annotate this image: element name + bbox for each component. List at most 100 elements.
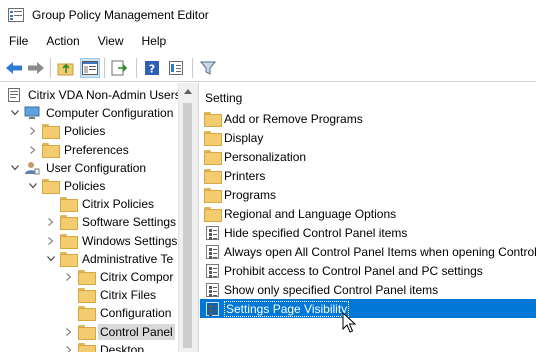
list-item-label: Programs xyxy=(224,187,277,202)
menu-help[interactable]: Help xyxy=(133,31,176,51)
list-item-folder[interactable]: Regional and Language Options xyxy=(200,204,536,223)
menu-action[interactable]: Action xyxy=(37,31,88,51)
folder-icon xyxy=(78,270,96,285)
list-item-setting[interactable]: Settings Page Visibility xyxy=(200,299,536,318)
list-item-folder[interactable]: Programs xyxy=(200,185,536,204)
list-item-folder[interactable]: Add or Remove Programs xyxy=(200,109,536,128)
policy-doc-icon xyxy=(6,88,22,102)
mouse-cursor-icon xyxy=(342,312,356,333)
show-hide-tree-icon[interactable] xyxy=(80,58,100,78)
tree-item-citrix-policies[interactable]: Citrix Policies xyxy=(46,195,156,213)
group-policy-app-icon xyxy=(8,8,24,22)
scrollbar-thumb[interactable] xyxy=(183,103,192,348)
folder-icon xyxy=(204,150,222,165)
chevron-right-icon[interactable] xyxy=(28,122,38,140)
folder-icon xyxy=(204,169,222,184)
forward-icon[interactable] xyxy=(26,58,46,78)
list-item-setting[interactable]: Show only specified Control Panel items xyxy=(200,280,536,299)
tree-item-label: Citrix Policies xyxy=(82,197,155,212)
tree-item-windows-settings[interactable]: Windows Settings xyxy=(46,232,178,250)
chevron-down-icon[interactable] xyxy=(10,104,20,122)
chevron-right-icon[interactable] xyxy=(46,213,56,231)
export-list-icon[interactable] xyxy=(110,58,130,78)
tree-item-computer-configuration[interactable]: Computer Configuration xyxy=(10,104,175,122)
folder-icon xyxy=(78,324,96,340)
folder-icon xyxy=(60,233,78,249)
window-title: Group Policy Management Editor xyxy=(32,8,209,22)
tree-item-policies[interactable]: Policies xyxy=(28,177,107,195)
list-item-label: Add or Remove Programs xyxy=(224,111,363,126)
tree-scrollbar[interactable] xyxy=(178,83,195,352)
tree-item-desktop[interactable]: Desktop xyxy=(64,341,146,352)
console-tree: Citrix VDA Non-Admin Users Computer Confi… xyxy=(0,83,178,352)
list-item-label: Always open All Control Panel Items when… xyxy=(224,244,536,259)
svg-text:?: ? xyxy=(149,63,155,76)
chevron-right-icon[interactable] xyxy=(64,268,74,286)
list-item-setting[interactable]: Hide specified Control Panel items xyxy=(200,223,536,242)
up-folder-icon[interactable] xyxy=(56,58,76,78)
toolbar: ? xyxy=(0,54,536,82)
pane-splitter[interactable] xyxy=(195,83,199,352)
tree-item-policies[interactable]: Policies xyxy=(28,122,107,140)
list-item-label: Regional and Language Options xyxy=(224,206,397,221)
help-icon[interactable]: ? xyxy=(142,58,162,78)
policy-setting-icon xyxy=(204,263,220,278)
chevron-down-icon[interactable] xyxy=(28,177,38,195)
list-item-setting[interactable]: Always open All Control Panel Items when… xyxy=(200,242,536,261)
filter-icon[interactable] xyxy=(198,58,218,78)
folder-icon xyxy=(60,197,78,213)
tree-item-administrative-te[interactable]: Administrative Te xyxy=(46,250,175,268)
menu-bar: File Action View Help xyxy=(0,31,536,51)
chevron-right-icon[interactable] xyxy=(64,341,74,352)
menu-view[interactable]: View xyxy=(89,31,133,51)
tree-item-preferences[interactable]: Preferences xyxy=(28,141,131,159)
chevron-down-icon[interactable] xyxy=(10,159,20,177)
list-item-folder[interactable]: Printers xyxy=(200,166,536,185)
policy-setting-icon xyxy=(204,225,220,240)
chevron-right-icon[interactable] xyxy=(46,232,56,250)
tree-item-software-settings[interactable]: Software Settings xyxy=(46,213,178,231)
list-item-label: Hide specified Control Panel items xyxy=(224,225,408,240)
tree-item-user-configuration[interactable]: User Configuration xyxy=(10,159,148,177)
list-item-label: Printers xyxy=(224,168,266,183)
tree-item-citrix-compor[interactable]: Citrix Compor xyxy=(64,268,175,286)
list-item-label: Settings Page Visibility xyxy=(224,300,350,317)
tree-item-citrix-vda-non-admin-users[interactable]: Citrix VDA Non-Admin Users xyxy=(6,86,178,104)
tree-item-label: Computer Configuration xyxy=(46,106,174,121)
folder-icon xyxy=(78,288,96,304)
tree-item-label: Windows Settings xyxy=(82,233,178,248)
chevron-right-icon[interactable] xyxy=(28,141,38,159)
folder-icon xyxy=(204,112,222,127)
chevron-down-icon[interactable] xyxy=(46,250,56,268)
folder-icon xyxy=(78,342,96,352)
policy-setting-icon xyxy=(204,244,220,259)
folder-icon xyxy=(204,207,222,222)
tree-item-label: Policies xyxy=(64,179,106,193)
tree-item-label: Preferences xyxy=(64,142,129,157)
tree-item-label: Policies xyxy=(64,124,106,139)
tree-item-label: Citrix VDA Non-Admin Users xyxy=(28,88,178,102)
properties-icon[interactable] xyxy=(166,58,186,78)
back-icon[interactable] xyxy=(4,58,24,78)
tree-item-control-panel[interactable]: Control Panel xyxy=(64,323,175,341)
tree-item-label: Desktop xyxy=(100,342,145,352)
policy-setting-icon xyxy=(204,301,220,316)
list-item-folder[interactable]: Personalization xyxy=(200,147,536,166)
chevron-right-icon[interactable] xyxy=(64,323,74,341)
folder-icon xyxy=(60,215,78,231)
tree-item-label: Citrix Compor xyxy=(100,270,174,284)
tree-item-citrix-files[interactable]: Citrix Files xyxy=(64,286,158,304)
list-item-label: Prohibit access to Control Panel and PC … xyxy=(224,263,483,278)
folder-icon xyxy=(60,251,78,267)
tree-item-configuration[interactable]: Configuration xyxy=(64,304,173,322)
column-header-setting[interactable]: Setting xyxy=(200,83,536,111)
tree-item-label: Configuration xyxy=(100,306,172,321)
scroll-up-icon[interactable] xyxy=(179,83,196,100)
menu-file[interactable]: File xyxy=(0,31,37,51)
list-item-setting[interactable]: Prohibit access to Control Panel and PC … xyxy=(200,261,536,280)
list-item-folder[interactable]: Display xyxy=(200,128,536,147)
computer-icon xyxy=(24,106,40,120)
list-item-label: Personalization xyxy=(224,149,307,164)
